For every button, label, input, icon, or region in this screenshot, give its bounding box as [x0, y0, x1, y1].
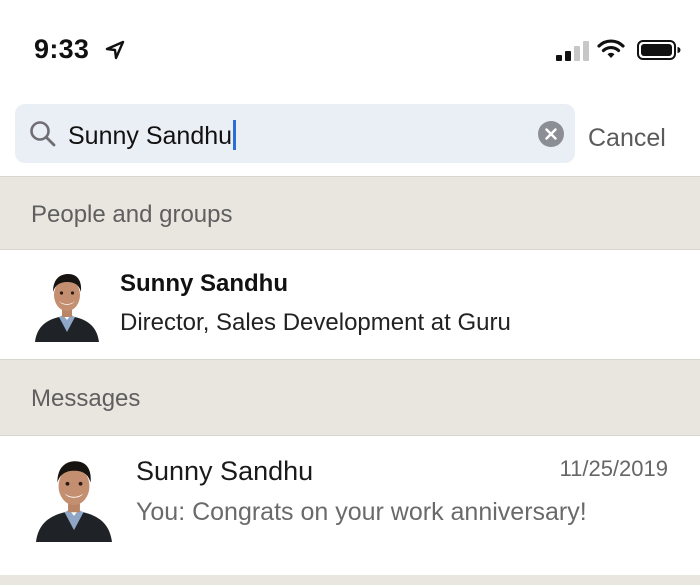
person-title: Director, Sales Development at Guru: [120, 309, 511, 336]
person-name: Sunny Sandhu: [120, 270, 288, 297]
search-row: Sunny Sandhu Cancel: [0, 96, 700, 176]
message-sender-name: Sunny Sandhu: [136, 456, 314, 486]
section-divider: [0, 575, 700, 585]
status-time: 9:33: [34, 34, 90, 64]
wifi-icon: [597, 39, 625, 58]
avatar: [36, 454, 112, 542]
message-result-row[interactable]: Sunny Sandhu 11/25/2019 You: Congrats on…: [0, 436, 700, 575]
search-icon: [30, 121, 56, 147]
battery-icon: [637, 40, 681, 60]
section-header-people: People and groups: [0, 176, 700, 250]
cellular-signal-icon: [556, 41, 589, 61]
text-caret: [233, 120, 237, 150]
person-result-row[interactable]: Sunny Sandhu Director, Sales Development…: [0, 250, 700, 359]
section-header-messages: Messages: [0, 359, 700, 436]
close-icon: [545, 128, 557, 140]
status-bar: 9:33: [0, 0, 700, 96]
message-date: 11/25/2019: [559, 456, 668, 481]
avatar: [35, 268, 99, 342]
message-preview: You: Congrats on your work anniversary!: [136, 498, 587, 526]
location-arrow-icon: [105, 40, 125, 60]
clear-search-button[interactable]: [538, 121, 564, 147]
section-title: People and groups: [31, 201, 233, 228]
cancel-button[interactable]: Cancel: [588, 124, 666, 153]
search-input-value[interactable]: Sunny Sandhu: [68, 120, 237, 151]
section-title: Messages: [31, 385, 141, 412]
search-input[interactable]: Sunny Sandhu: [15, 104, 575, 163]
